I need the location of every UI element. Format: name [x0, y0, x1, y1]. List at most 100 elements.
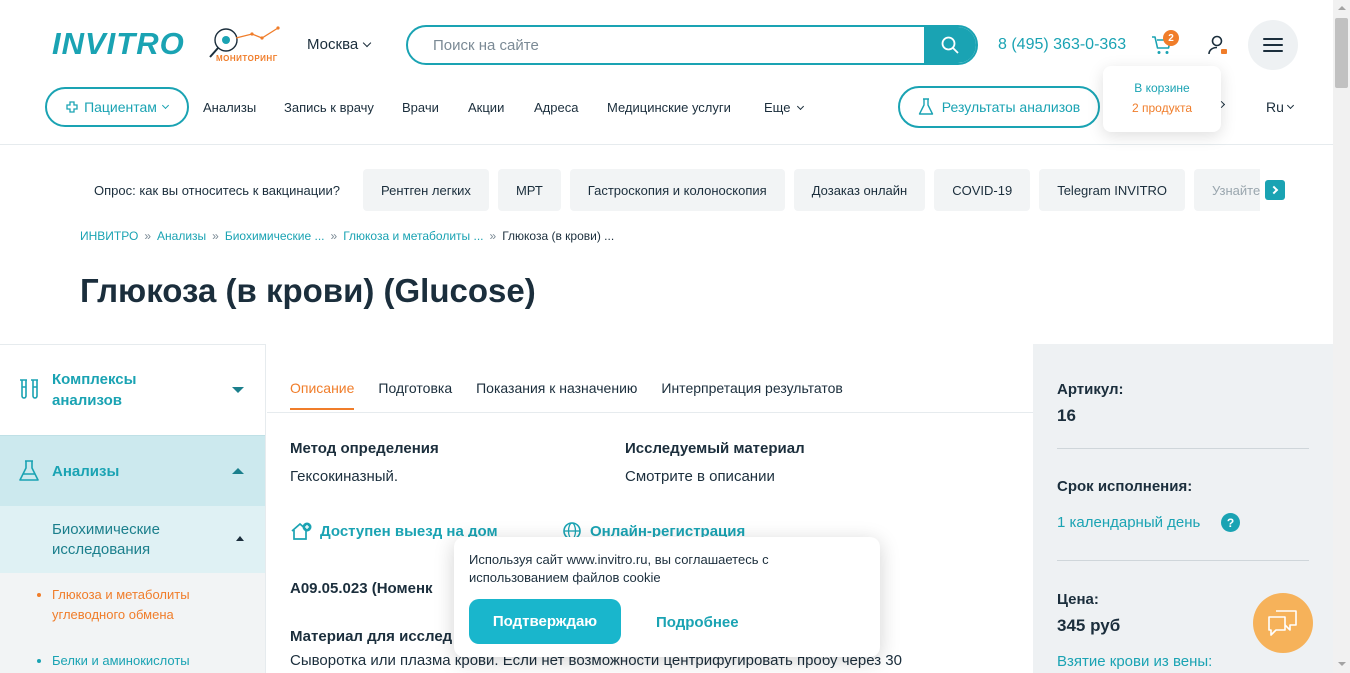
- chip-learn-more[interactable]: Узнайте: [1194, 169, 1260, 211]
- chip-lung-xray[interactable]: Рентген легких: [362, 169, 489, 211]
- sidebar-subitem-proteins[interactable]: Белки и аминокислоты: [37, 651, 242, 671]
- language-label: Ru: [1266, 99, 1284, 115]
- sidebar-item-label: Биохимические исследования: [52, 521, 160, 558]
- caret-up-icon: [236, 536, 244, 541]
- city-label: Москва: [307, 36, 359, 53]
- method-value: Гексокиназный.: [290, 468, 399, 485]
- caret-down-icon: [232, 387, 244, 393]
- material-value: Смотрите в описании: [625, 468, 775, 485]
- test-results-label: Результаты анализов: [941, 99, 1081, 115]
- breadcrumb-current: Глюкоза (в крови) ...: [502, 229, 615, 243]
- menu-bar: [1263, 50, 1283, 52]
- breadcrumb-analyses[interactable]: Анализы: [157, 229, 206, 243]
- sidebar-subitem-glucose[interactable]: Глюкоза и метаболиты углеводного обмена: [37, 585, 222, 625]
- nav-promotions[interactable]: Акции: [468, 100, 504, 115]
- phone-number[interactable]: 8 (495) 363-0-363: [998, 36, 1126, 54]
- chip-covid[interactable]: COVID-19: [934, 169, 1031, 211]
- nomenclature-code: A09.05.023 (Номенк: [290, 580, 433, 597]
- nav-more[interactable]: Еще: [764, 100, 805, 115]
- user-icon[interactable]: [1206, 33, 1230, 57]
- divider: [1057, 560, 1309, 561]
- menu-bar: [1263, 38, 1283, 40]
- sidebar-item-analyses: Анализы Биохимические исследования: [0, 435, 265, 574]
- tabs-divider: [267, 412, 1033, 413]
- cart-popup-title: В корзине: [1134, 81, 1190, 95]
- material2-heading: Материал для исслед: [290, 628, 453, 645]
- cookie-confirm-button[interactable]: Подтверждаю: [469, 599, 621, 644]
- scrollbar[interactable]: [1333, 0, 1350, 673]
- test-results-button[interactable]: Результаты анализов: [898, 86, 1100, 128]
- home-plus-icon: [291, 522, 312, 540]
- chip-vaccination-survey[interactable]: Опрос: как вы относитесь к вакцинации?: [80, 169, 354, 211]
- nav-more-label: Еще: [764, 100, 791, 115]
- cookie-text: Используя сайт www.invitro.ru, вы соглаш…: [469, 552, 769, 585]
- nav-analyses[interactable]: Анализы: [203, 100, 256, 115]
- invitro-logo[interactable]: INVITRO: [52, 26, 185, 62]
- tab-description[interactable]: Описание: [290, 380, 355, 410]
- chevron-right-icon: [1269, 185, 1278, 195]
- search-input[interactable]: [408, 27, 924, 63]
- price-heading: Цена:: [1057, 591, 1099, 608]
- method-heading: Метод определения: [290, 440, 439, 457]
- term-value: 1 календарный день: [1057, 514, 1201, 531]
- chevron-down-icon: [797, 102, 805, 110]
- chat-button[interactable]: [1253, 593, 1313, 653]
- quick-links-carousel: Опрос: как вы относитесь к вакцинации? Р…: [80, 169, 1260, 211]
- chip-reorder-online[interactable]: Дозаказ онлайн: [793, 169, 926, 211]
- menu-bar: [1263, 44, 1283, 46]
- page-title: Глюкоза (в крови) (Glucose): [80, 272, 536, 309]
- nav-addresses[interactable]: Адреса: [534, 100, 578, 115]
- sidebar-subitems: Глюкоза и метаболиты углеводного обмена …: [0, 573, 265, 673]
- sidebar-item-complexes[interactable]: Комплексы анализов: [0, 345, 265, 435]
- city-selector[interactable]: Москва: [307, 36, 372, 53]
- breadcrumb-glucose-metabolites[interactable]: Глюкоза и метаболиты ...: [343, 229, 483, 243]
- plus-cross-icon: [66, 101, 78, 113]
- tab-interpretation[interactable]: Интерпретация результатов: [661, 380, 842, 410]
- breadcrumb-separator: »: [212, 229, 219, 243]
- carousel-next-button[interactable]: [1265, 180, 1285, 200]
- language-selector[interactable]: Ru: [1266, 99, 1294, 115]
- chevron-down-icon: [1286, 101, 1294, 110]
- sidebar-item-label: Комплексы анализов: [52, 371, 137, 409]
- test-tubes-icon: [20, 379, 38, 399]
- breadcrumb-separator: »: [489, 229, 497, 243]
- article-heading: Артикул:: [1057, 381, 1124, 398]
- tab-preparation[interactable]: Подготовка: [378, 380, 452, 410]
- help-icon[interactable]: ?: [1221, 513, 1240, 532]
- breadcrumb-home[interactable]: ИНВИТРО: [80, 229, 138, 243]
- cart-popup[interactable]: В корзине 2 продукта: [1103, 66, 1221, 132]
- chip-mri[interactable]: МРТ: [497, 169, 561, 211]
- chip-gastroscopy[interactable]: Гастроскопия и колоноскопия: [569, 169, 785, 211]
- sidebar-analyses-header[interactable]: Анализы: [0, 436, 265, 506]
- sidebar-item-biochem[interactable]: Биохимические исследования: [0, 506, 265, 574]
- tab-indications[interactable]: Показания к назначению: [476, 380, 637, 410]
- sidebar-item-label: Анализы: [52, 462, 120, 480]
- scrollbar-thumb[interactable]: [1335, 18, 1348, 88]
- flask-icon: [918, 98, 933, 115]
- search-button[interactable]: [924, 27, 976, 63]
- scroll-up-icon: [1338, 6, 1346, 10]
- divider: [1057, 448, 1309, 449]
- chevron-down-icon: [161, 101, 169, 110]
- patients-menu-button[interactable]: Пациентам: [45, 87, 189, 127]
- nav-doctor-appointment[interactable]: Запись к врачу: [284, 100, 374, 115]
- flask-icon: [19, 460, 39, 481]
- blood-draw-link[interactable]: Взятие крови из вены:: [1057, 653, 1212, 670]
- caret-up-icon: [232, 468, 244, 474]
- search-icon: [941, 36, 959, 54]
- breadcrumb-separator: »: [330, 229, 338, 243]
- menu-icon[interactable]: [1248, 20, 1298, 70]
- breadcrumb-biochem[interactable]: Биохимические ...: [225, 229, 325, 243]
- article-value: 16: [1057, 406, 1076, 425]
- cart-popup-count: 2 продукта: [1131, 101, 1192, 115]
- content-tabs: Описание Подготовка Показания к назначен…: [290, 380, 843, 410]
- chevron-down-icon: [362, 38, 372, 48]
- cookie-banner: Используя сайт www.invitro.ru, вы соглаш…: [454, 537, 880, 657]
- catalog-sidebar: Комплексы анализов Анализы Биохимические…: [0, 344, 266, 673]
- nav-doctors[interactable]: Врачи: [402, 100, 439, 115]
- cookie-more-link[interactable]: Подробнее: [656, 614, 739, 631]
- chip-telegram[interactable]: Telegram INVITRO: [1039, 169, 1186, 211]
- patients-label: Пациентам: [84, 99, 157, 115]
- material-heading: Исследуемый материал: [625, 440, 805, 457]
- nav-medical-services[interactable]: Медицинские услуги: [607, 100, 731, 115]
